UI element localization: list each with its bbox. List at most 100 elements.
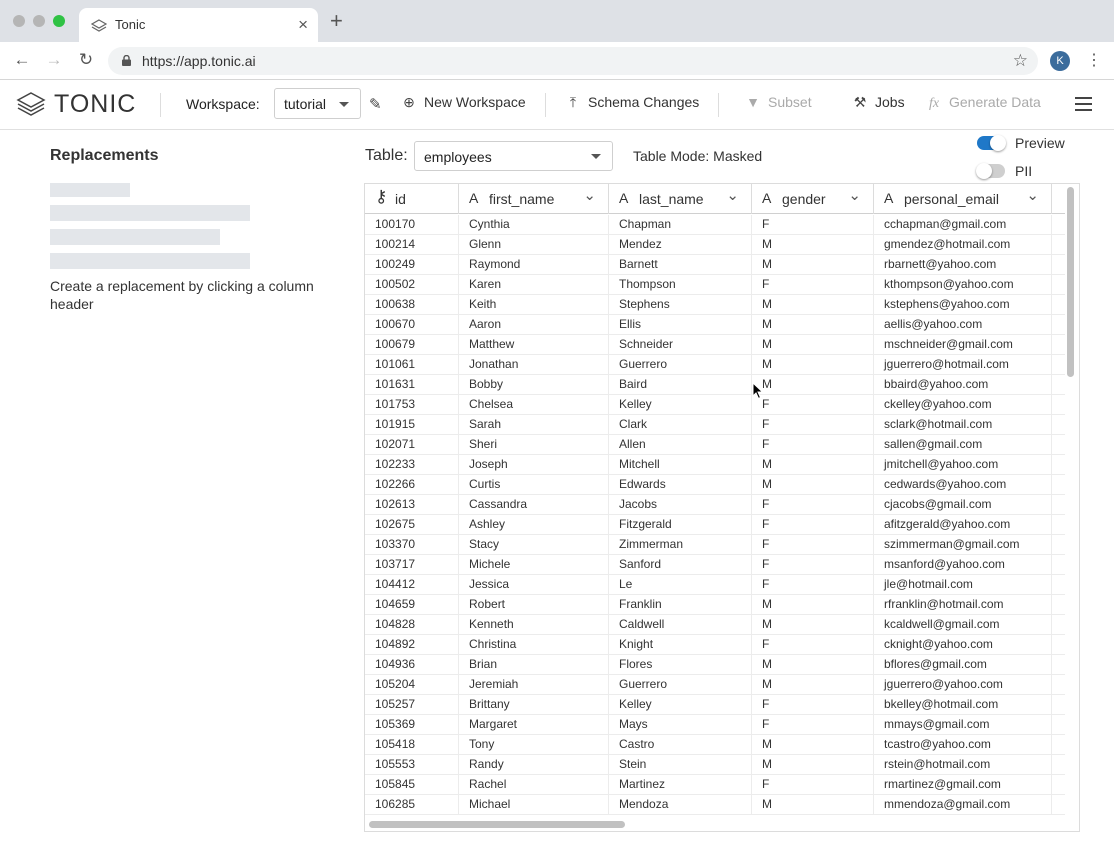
column-header-label: id [395, 191, 406, 207]
table-row[interactable]: 100679 Matthew Schneider Mmschneider@gmail.… [365, 335, 1065, 355]
cell-id: 102071 [365, 435, 459, 455]
text-type-icon: A [762, 190, 772, 206]
cell-partial [1052, 615, 1065, 635]
table-row[interactable]: 101915 Sarah Clark Fsclark@hotmail.com [365, 415, 1065, 435]
cell-gender: F [752, 715, 874, 735]
table-row[interactable]: 102266 Curtis Edwards Mcedwards@yahoo.com [365, 475, 1065, 495]
cell-last-name: Castro [609, 735, 752, 755]
table-row[interactable]: 102613 Cassandra Jacobs Fcjacobs@gmail.com [365, 495, 1065, 515]
table-row[interactable]: 102233 Joseph Mitchell Mjmitchell@yahoo.com [365, 455, 1065, 475]
table-row[interactable]: 102675 Ashley Fitzgerald Fafitzgerald@yahoo… [365, 515, 1065, 535]
table-row[interactable]: 100502 Karen Thompson Fkthompson@yahoo.com [365, 275, 1065, 295]
table-row[interactable]: 105257 Brittany Kelley Fbkelley@hotmail.com [365, 695, 1065, 715]
window-close-button[interactable] [13, 15, 25, 27]
column-header-id[interactable]: ⚷ id [365, 184, 459, 214]
divider [545, 93, 546, 117]
cell-gender: F [752, 435, 874, 455]
table-row[interactable]: 103717 Michele Sanford Fmsanford@yahoo.com [365, 555, 1065, 575]
window-maximize-button[interactable] [53, 15, 65, 27]
cell-id: 100638 [365, 295, 459, 315]
cell-personal-email: kstephens@yahoo.com [874, 295, 1052, 315]
cell-last-name: Chapman [609, 215, 752, 235]
table-row[interactable]: 106285 Michael Mendoza Mmmendoza@gmail.com [365, 795, 1065, 815]
cell-first-name: Joseph [459, 455, 609, 475]
column-header-gender[interactable]: Agender ⌄ [752, 184, 874, 214]
chevron-down-icon[interactable]: ⌄ [1026, 186, 1039, 204]
chevron-down-icon[interactable]: ⌄ [726, 186, 739, 204]
cell-personal-email: msanford@yahoo.com [874, 555, 1052, 575]
profile-avatar[interactable]: K [1050, 51, 1070, 71]
table-select[interactable]: employees [414, 141, 613, 171]
cell-last-name: Guerrero [609, 355, 752, 375]
cell-gender: M [752, 375, 874, 395]
cell-gender: F [752, 535, 874, 555]
hamburger-menu-icon[interactable] [1075, 97, 1092, 111]
new-workspace-button[interactable]: ⊕ New Workspace [400, 94, 526, 111]
table-row[interactable]: 105418 Tony Castro Mtcastro@yahoo.com [365, 735, 1065, 755]
table-row[interactable]: 102071 Sheri Allen Fsallen@gmail.com [365, 435, 1065, 455]
forward-arrow-icon[interactable]: → [44, 50, 64, 70]
table-row[interactable]: 100638 Keith Stephens Mkstephens@yahoo.com [365, 295, 1065, 315]
cell-partial [1052, 215, 1065, 235]
pii-toggle[interactable] [976, 163, 1005, 179]
cell-partial [1052, 795, 1065, 815]
table-row[interactable]: 104892 Christina Knight Fcknight@yahoo.com [365, 635, 1065, 655]
table-row[interactable]: 101061 Jonathan Guerrero Mjguerrero@hotmail… [365, 355, 1065, 375]
column-header-first-name[interactable]: Afirst_name ⌄ [459, 184, 609, 214]
cell-gender: M [752, 675, 874, 695]
bookmark-star-icon[interactable]: ☆ [1013, 51, 1028, 71]
cell-personal-email: cchapman@gmail.com [874, 215, 1052, 235]
reload-icon[interactable]: ↻ [76, 50, 96, 70]
browser-tab[interactable]: Tonic × [79, 8, 318, 42]
table-row[interactable]: 104828 Kenneth Caldwell Mkcaldwell@gmail.co… [365, 615, 1065, 635]
jobs-button[interactable]: ⚒ Jobs [851, 94, 905, 111]
column-header-last-name[interactable]: Alast_name ⌄ [609, 184, 752, 214]
table-row[interactable]: 104936 Brian Flores Mbflores@gmail.com [365, 655, 1065, 675]
column-header-personal-email[interactable]: Apersonal_email ⌄ [874, 184, 1052, 214]
browser-menu-icon[interactable]: ⋮ [1086, 50, 1102, 70]
generate-data-button[interactable]: fx Generate Data [925, 94, 1041, 112]
edit-pencil-icon[interactable]: ✎ [369, 95, 382, 113]
table-row[interactable]: 105553 Randy Stein Mrstein@hotmail.com [365, 755, 1065, 775]
table-row[interactable]: 101753 Chelsea Kelley Fckelley@yahoo.com [365, 395, 1065, 415]
table-row[interactable]: 100670 Aaron Ellis Maellis@yahoo.com [365, 315, 1065, 335]
table-row[interactable]: 100249 Raymond Barnett Mrbarnett@yahoo.com [365, 255, 1065, 275]
cell-gender: F [752, 415, 874, 435]
table-row[interactable]: 100214 Glenn Mendez Mgmendez@hotmail.com [365, 235, 1065, 255]
table-row[interactable]: 104412 Jessica Le Fjle@hotmail.com [365, 575, 1065, 595]
table-row[interactable]: 100170 Cynthia Chapman Fcchapman@gmail.com [365, 215, 1065, 235]
new-tab-button[interactable]: + [330, 10, 343, 32]
key-icon: ⚷ [375, 187, 388, 206]
subset-button[interactable]: ▼ Subset [744, 94, 812, 110]
grid-viewport: ⚷ id Afirst_name ⌄ Alast_name ⌄ Agender ⌄ Aperso… [365, 184, 1065, 816]
column-header-partial[interactable] [1052, 184, 1065, 214]
chevron-down-icon[interactable]: ⌄ [848, 186, 861, 204]
cell-id: 102233 [365, 455, 459, 475]
table-row[interactable]: 101631 Bobby Baird Mbbaird@yahoo.com [365, 375, 1065, 395]
table-row[interactable]: 105369 Margaret Mays Fmmays@gmail.com [365, 715, 1065, 735]
table-row[interactable]: 103370 Stacy Zimmerman Fszimmerman@gmail.co… [365, 535, 1065, 555]
cell-personal-email: kthompson@yahoo.com [874, 275, 1052, 295]
back-arrow-icon[interactable]: ← [12, 50, 32, 70]
logo-text: TONIC [54, 90, 137, 118]
schema-changes-button[interactable]: ⤒ Schema Changes [564, 94, 699, 111]
tab-close-icon[interactable]: × [298, 15, 308, 35]
cell-first-name: Robert [459, 595, 609, 615]
window-minimize-button[interactable] [33, 15, 45, 27]
cell-gender: M [752, 455, 874, 475]
vertical-scrollbar[interactable] [1067, 187, 1074, 377]
cell-id: 100679 [365, 335, 459, 355]
cell-first-name: Tony [459, 735, 609, 755]
workspace-select[interactable]: tutorial [274, 88, 361, 119]
cell-last-name: Barnett [609, 255, 752, 275]
horizontal-scrollbar[interactable] [369, 821, 625, 828]
pii-label: PII [1015, 163, 1033, 179]
lock-icon [122, 55, 131, 66]
url-field[interactable]: https://app.tonic.ai ☆ [108, 47, 1038, 75]
preview-toggle[interactable] [977, 135, 1006, 151]
table-row[interactable]: 105845 Rachel Martinez Frmartinez@gmail.com [365, 775, 1065, 795]
table-row[interactable]: 105204 Jeremiah Guerrero Mjguerrero@yahoo.c… [365, 675, 1065, 695]
table-row[interactable]: 104659 Robert Franklin Mrfranklin@hotmail.c… [365, 595, 1065, 615]
schema-changes-label: Schema Changes [588, 94, 700, 110]
chevron-down-icon[interactable]: ⌄ [583, 186, 596, 204]
